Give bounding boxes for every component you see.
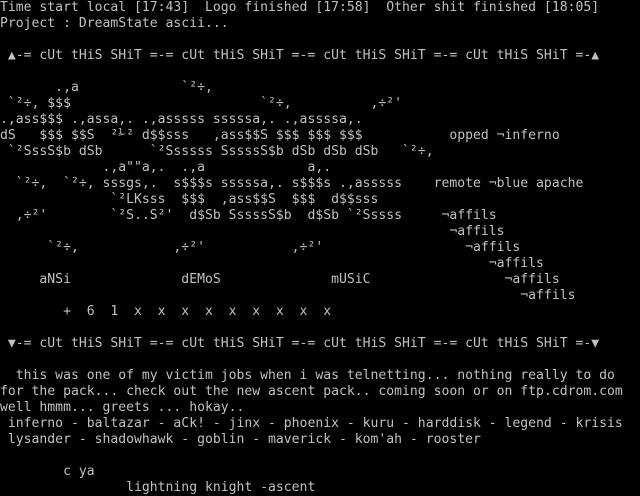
terminal-line: ¬affils — [0, 256, 544, 271]
terminal-line: this was one of my victim jobs when i wa… — [0, 368, 615, 383]
terminal-line: `²SssS$b dSb `²Ssssss SssssS$b dSb dSb d… — [0, 144, 434, 159]
terminal-line: for the pack... check out the new ascent… — [0, 384, 623, 399]
terminal-line: .,a `²÷, — [0, 80, 213, 95]
terminal-line: ▼-= cUt tHiS SHiT =-= cUt tHiS SHiT =-= … — [0, 336, 600, 351]
terminal-line: `²÷, ,÷²' ,÷²' ¬affils — [0, 240, 521, 255]
terminal-line: ,÷²' `²S..S²' d$Sb SssssS$b d$Sb `²Sssss… — [0, 208, 497, 223]
terminal-line: aNSi dEMoS mUSiC ¬affils — [0, 272, 560, 287]
terminal-line: lightning knight -ascent — [0, 480, 316, 495]
terminal-line: `²LKsss $$$ ,ass$$S $$$ d$$sss — [0, 192, 379, 207]
terminal-line: ¬affils — [0, 224, 505, 239]
terminal-line: Project : DreamState ascii... — [0, 16, 229, 31]
terminal-line: `²÷, $$$ `²÷, ,÷²' — [0, 96, 403, 111]
terminal-line: dS $$$ $$S ²⅟² d$$sss ,ass$$S $$$ $$$ $$… — [0, 128, 560, 143]
terminal-line: ¬affils — [0, 288, 576, 303]
terminal-line: Time start local [17:43] Logo finished [… — [0, 0, 600, 15]
terminal-screen[interactable]: Time start local [17:43] Logo finished [… — [0, 0, 640, 496]
terminal-line: `²÷, `²÷, sssgs,. s$$$s sssssa,. s$$$s .… — [0, 176, 584, 191]
terminal-line: + 6 1 x x x x x x x x x — [0, 304, 332, 319]
terminal-line: well hmmm... greets ... hokay.. — [0, 400, 245, 415]
terminal-line: inferno - baltazar - aCk! - jinx - phoen… — [0, 416, 623, 431]
terminal-line: lysander - shadowhawk - goblin - maveric… — [0, 432, 481, 447]
terminal-line: .,ass$$$ .,assa,. .,asssss sssssa,. .,as… — [0, 112, 363, 127]
terminal-line: .,a""a,. .,a a,. — [0, 160, 332, 175]
terminal-line: ▲-= cUt tHiS SHiT =-= cUt tHiS SHiT =-= … — [0, 48, 600, 63]
terminal-line: c ya — [0, 464, 95, 479]
